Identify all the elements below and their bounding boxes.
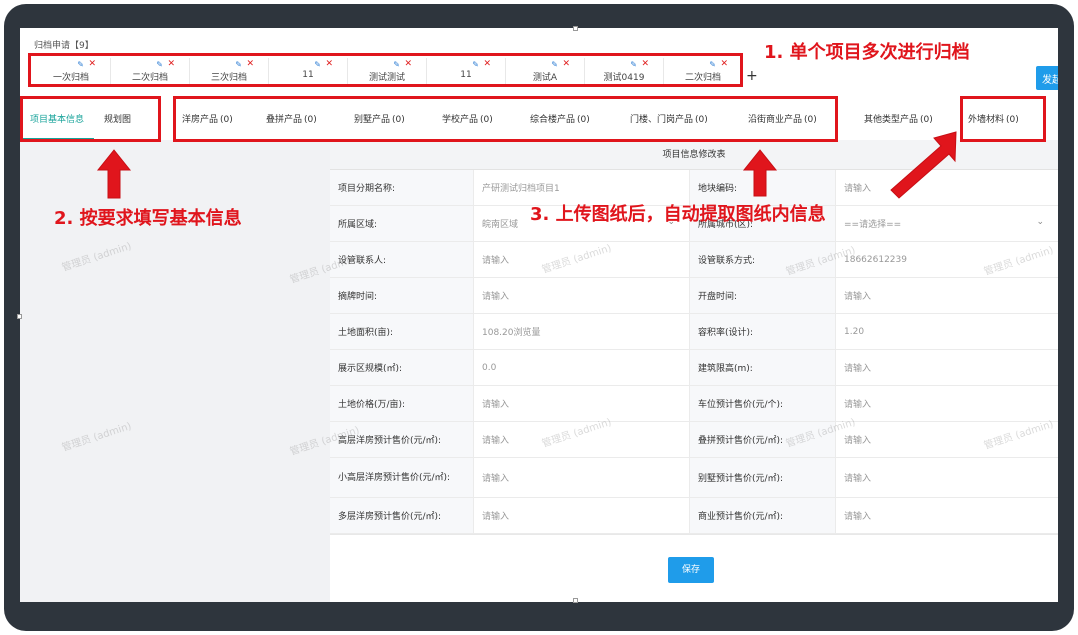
arrow-up-right-icon: [890, 131, 957, 199]
annotation-arrows: [96, 131, 957, 199]
arrow-up-icon: [742, 149, 778, 197]
arrow-up-icon: [96, 149, 132, 199]
